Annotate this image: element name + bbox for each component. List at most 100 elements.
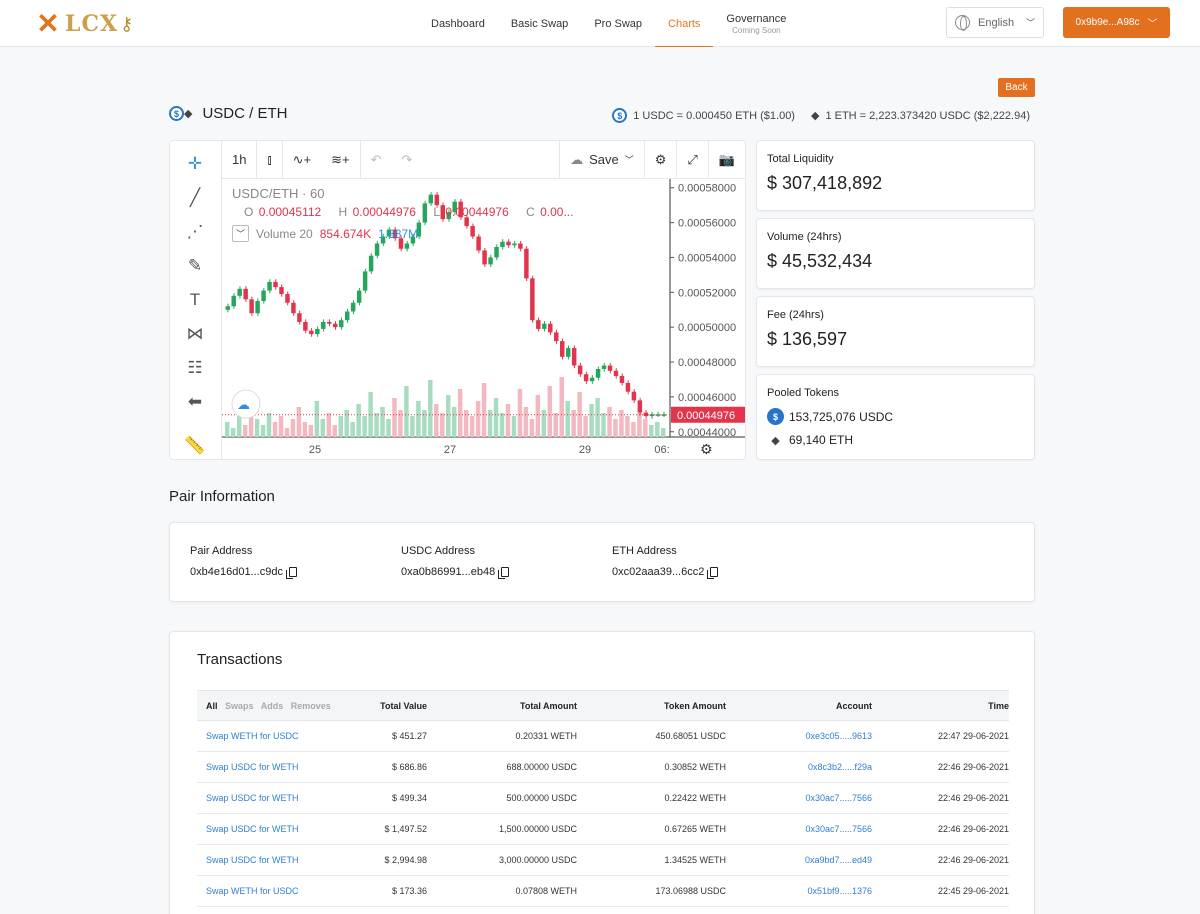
y-tick-label: 0.00048000 [678, 357, 736, 369]
header-total-amount[interactable]: Total Amount [427, 701, 577, 711]
copy-icon[interactable] [498, 567, 510, 579]
filter-swaps[interactable]: Swaps [225, 701, 254, 711]
nav-governance[interactable]: Governance Coming Soon [713, 0, 799, 47]
tx-action-link[interactable]: Swap USDC for WETH [197, 793, 347, 803]
nav-pro-swap[interactable]: Pro Swap [581, 0, 655, 47]
tx-action-link[interactable]: Swap WETH for USDC [197, 731, 347, 741]
fee-card: Fee (24hrs) $ 136,597 [756, 296, 1035, 367]
measure-icon[interactable]: ☷ [182, 355, 208, 381]
ruler-icon[interactable]: 📏 [182, 433, 208, 459]
candle-body [482, 250, 487, 265]
volume-bar [643, 419, 648, 437]
pooled-eth-value: 69,140 ETH [789, 433, 854, 447]
main-nav: Dashboard Basic Swap Pro Swap Charts Gov… [418, 0, 799, 47]
candle-body [637, 400, 643, 413]
lcx-logo[interactable]: ✕ LCX ⚷ [33, 9, 133, 39]
language-select[interactable]: English ﹀ [946, 7, 1044, 38]
interval-button[interactable]: 1h [222, 141, 258, 179]
nav-basic-swap[interactable]: Basic Swap [498, 0, 581, 47]
collapse-legend-chevron-icon[interactable]: ﹀ [232, 225, 249, 242]
tx-account-link[interactable]: 0x30ac7.....7566 [726, 824, 872, 834]
brand-name: LCX [65, 11, 119, 37]
tx-account-link[interactable]: 0xa9bd7.....ed49 [726, 855, 872, 865]
candle-body [356, 290, 362, 303]
x-tick-label: 27 [444, 444, 456, 456]
ohlc-low: 0.00044976 [445, 205, 509, 219]
tx-account-link[interactable]: 0x30ac7.....7566 [726, 793, 872, 803]
copy-icon[interactable] [707, 567, 719, 579]
candle-body [631, 391, 637, 401]
tx-time: 22:46 29-06-2021 [937, 824, 1009, 834]
filter-removes[interactable]: Removes [291, 701, 331, 711]
transactions-title: Transactions [197, 651, 283, 668]
header-total-value[interactable]: Total Value [347, 701, 427, 711]
pattern-icon[interactable]: ⋈ [182, 321, 208, 347]
eth-coin-icon: ◆ [771, 434, 780, 447]
indicators-icon[interactable]: ≋+ [321, 141, 361, 179]
pitchfork-icon[interactable]: ⋰ [182, 219, 208, 245]
tx-action-link[interactable]: Swap USDC for WETH [197, 855, 347, 865]
candle-body [548, 323, 553, 333]
volume-bar [350, 422, 355, 437]
settings-gear-icon[interactable]: ⚙ [643, 141, 678, 179]
filter-all[interactable]: All [206, 701, 218, 711]
copy-icon[interactable] [285, 567, 297, 579]
current-price-label: 0.00044976 [677, 410, 735, 422]
pooled-usdc-row: $ 153,725,076 USDC [767, 408, 1024, 425]
table-row: Swap WETH for USDC $ 451.27 0.20331 WETH… [197, 721, 1009, 752]
volume-bar [422, 410, 427, 437]
tx-account-link[interactable]: 0x51bf9.....1376 [726, 886, 872, 896]
candle-body [315, 328, 320, 335]
trend-line-icon[interactable]: ╱ [182, 185, 208, 211]
header-account[interactable]: Account [726, 701, 872, 711]
text-tool-icon[interactable]: T [182, 287, 208, 313]
header-token-amount[interactable]: Token Amount [577, 701, 726, 711]
volume-bar [511, 416, 517, 437]
fullscreen-icon[interactable]: ⤢ [677, 141, 709, 179]
tx-account-link[interactable]: 0xe3c05.....9613 [726, 731, 872, 741]
tx-total-amount: 0.07808 WETH [515, 886, 577, 896]
camera-icon[interactable]: 📷 [709, 141, 745, 179]
candle-body [500, 241, 505, 247]
eth-coin-icon: ◆ [184, 108, 193, 120]
tx-action-link[interactable]: Swap USDC for WETH [197, 762, 347, 772]
nav-dashboard[interactable]: Dashboard [418, 0, 498, 47]
usdc-coin-icon: $ [612, 108, 628, 123]
volume-bar [302, 422, 308, 437]
volume-bar [493, 398, 499, 437]
candle-type-icon[interactable]: ⫾ [257, 141, 283, 179]
volume-bar [553, 413, 558, 437]
tx-account-link[interactable]: 0x8c3b2.....f29a [726, 762, 872, 772]
filter-adds[interactable]: Adds [261, 701, 284, 711]
undo-icon[interactable]: ↶ [361, 141, 392, 179]
transactions-table: All Swaps Adds Removes Total Value Total… [197, 690, 1009, 907]
candle-body [374, 243, 380, 256]
compare-icon[interactable]: ∿+ [283, 141, 321, 179]
redo-icon[interactable]: ↷ [392, 141, 423, 179]
brush-icon[interactable]: ✎ [182, 253, 208, 279]
nav-charts[interactable]: Charts [655, 0, 714, 47]
eth-coin-icon: ◆ [810, 110, 820, 122]
volume-bar [242, 425, 248, 437]
wallet-button[interactable]: 0x9b9e...A98c ﹀ [1063, 7, 1170, 38]
volume-bar [356, 404, 361, 437]
crosshair-icon[interactable]: ✛ [182, 151, 208, 177]
volume-bar [529, 419, 535, 437]
save-button[interactable]: ☁ Save ﹀ [559, 141, 644, 179]
volume-bar [260, 425, 266, 437]
y-tick-label: 0.00052000 [678, 287, 736, 299]
volume-bar [463, 410, 469, 437]
arrow-left-icon[interactable]: ⬅ [182, 389, 208, 415]
tx-action-link[interactable]: Swap USDC for WETH [197, 824, 347, 834]
header-time[interactable]: Time [872, 701, 1009, 711]
volume-bar [619, 410, 624, 437]
tx-action-link[interactable]: Swap WETH for USDC [197, 886, 347, 896]
tx-time: 22:45 29-06-2021 [937, 886, 1009, 896]
y-tick-label: 0.00058000 [678, 183, 736, 195]
volume-bar [451, 407, 457, 437]
back-button[interactable]: Back [998, 78, 1035, 97]
legend-symbol: USDC/ETH · 60 [232, 186, 325, 201]
volume-card: Volume (24hrs) $ 45,532,434 [756, 218, 1035, 289]
volume-bar [583, 416, 588, 437]
volume-bar [284, 428, 290, 437]
